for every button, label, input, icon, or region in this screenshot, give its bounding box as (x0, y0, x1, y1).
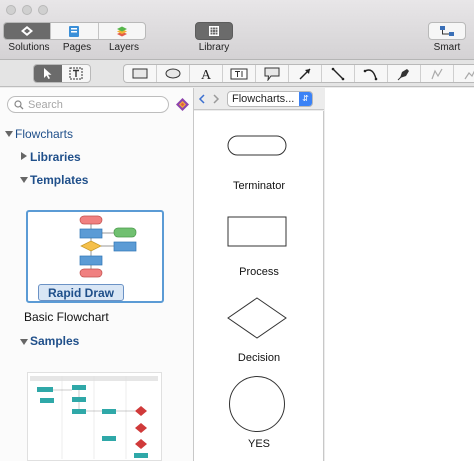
template-name-label: Basic Flowchart (24, 310, 109, 324)
line-icon (331, 67, 345, 80)
pages-button[interactable] (51, 23, 99, 39)
tree-item-libraries[interactable]: Libraries (30, 150, 81, 164)
arc-tool-button[interactable] (355, 65, 388, 82)
sample-thumbnail[interactable] (27, 372, 162, 461)
search-input[interactable]: Search (7, 96, 169, 113)
view-segmented-control (3, 22, 146, 40)
freehand-tool-button[interactable] (421, 65, 454, 82)
library-header: Flowcharts... ⇵ (194, 88, 324, 110)
chevron-right-icon[interactable] (212, 94, 220, 104)
updown-chevron-icon: ⇵ (299, 92, 312, 106)
callout-tool-button[interactable] (256, 65, 289, 82)
flowcharts-disclosure-icon[interactable] (5, 131, 13, 137)
ellipse-tool-button[interactable] (157, 65, 190, 82)
callout-icon (264, 67, 280, 81)
smart-button[interactable] (428, 22, 466, 40)
svg-text:A: A (201, 68, 212, 81)
solutions-panel: Search Flowcharts Libraries Templates Ra… (0, 88, 194, 461)
pages-label: Pages (62, 42, 92, 53)
line-tool-button[interactable] (322, 65, 355, 82)
layers-label: Layers (108, 42, 139, 53)
select-tool-button[interactable] (34, 65, 62, 82)
pages-icon (69, 25, 80, 37)
shape-tools-group: A (123, 64, 474, 83)
text-A-icon: A (201, 68, 212, 81)
arrow-tool-button[interactable] (289, 65, 322, 82)
library-icon (209, 26, 219, 36)
text-tool-button[interactable] (62, 65, 90, 82)
text-tool-button-2[interactable]: A (190, 65, 223, 82)
process-label: Process (239, 266, 279, 278)
samples-disclosure-icon[interactable] (20, 339, 28, 345)
smart-connector-icon (440, 26, 454, 36)
pen-tool-button[interactable] (388, 65, 421, 82)
freehand-icon (431, 68, 443, 79)
solutions-label: Solutions (8, 42, 50, 53)
library-label: Library (198, 42, 230, 53)
yes-label: YES (247, 438, 270, 450)
zoom-window-button[interactable] (38, 5, 48, 15)
window-toolbar: Solutions Pages Layers Library Smart (0, 0, 474, 60)
pointer-arrow-icon (44, 68, 52, 79)
flowchart-preview-image (79, 215, 137, 278)
decision-shape[interactable] (227, 297, 287, 339)
rapid-draw-badge: Rapid Draw (38, 284, 124, 301)
arrow-icon (299, 68, 311, 79)
library-button[interactable] (195, 22, 233, 40)
text-box-icon (69, 67, 83, 80)
drawing-canvas[interactable] (325, 88, 474, 461)
sample-diagram-preview-image (30, 376, 158, 459)
templates-disclosure-icon[interactable] (20, 177, 28, 183)
smart-label: Smart (433, 42, 461, 53)
minimize-window-button[interactable] (22, 5, 32, 15)
pen-icon (397, 68, 409, 80)
libraries-disclosure-icon[interactable] (21, 152, 27, 160)
tree-item-templates[interactable]: Templates (30, 173, 88, 187)
more-tools-button[interactable] (454, 65, 474, 82)
search-placeholder: Search (28, 99, 63, 111)
terminator-shape[interactable] (227, 135, 287, 157)
tree-item-samples[interactable]: Samples (30, 334, 79, 348)
solutions-home-icon[interactable] (175, 97, 190, 112)
arc-icon (363, 68, 378, 80)
close-window-button[interactable] (6, 5, 16, 15)
template-thumbnail-basic-flowchart[interactable]: Rapid Draw (26, 210, 164, 303)
layers-button[interactable] (99, 23, 145, 39)
solutions-icon (21, 26, 34, 36)
chart-tool-icon (464, 70, 474, 79)
chevron-left-icon[interactable] (198, 94, 206, 104)
decision-label: Decision (237, 352, 281, 364)
terminator-label: Terminator (233, 180, 285, 192)
layers-icon (116, 26, 127, 36)
tree-item-flowcharts[interactable]: Flowcharts (15, 127, 73, 141)
library-panel: Flowcharts... ⇵ Terminator Process Decis… (194, 88, 324, 461)
library-shapes-list: Terminator Process Decision YES (194, 111, 324, 461)
drawing-tools-bar: A (0, 60, 474, 87)
textbox-tool-button[interactable] (223, 65, 256, 82)
textbox-icon (230, 68, 248, 79)
rectangle-icon (132, 68, 148, 79)
selection-mode-group (33, 64, 91, 83)
yes-circle-shape[interactable] (228, 375, 286, 433)
library-select-value: Flowcharts... (232, 93, 295, 105)
library-select[interactable]: Flowcharts... ⇵ (227, 91, 313, 107)
search-icon (14, 100, 24, 110)
ellipse-icon (165, 68, 181, 79)
process-shape[interactable] (227, 216, 287, 248)
solutions-button[interactable] (4, 23, 52, 39)
rectangle-tool-button[interactable] (124, 65, 157, 82)
